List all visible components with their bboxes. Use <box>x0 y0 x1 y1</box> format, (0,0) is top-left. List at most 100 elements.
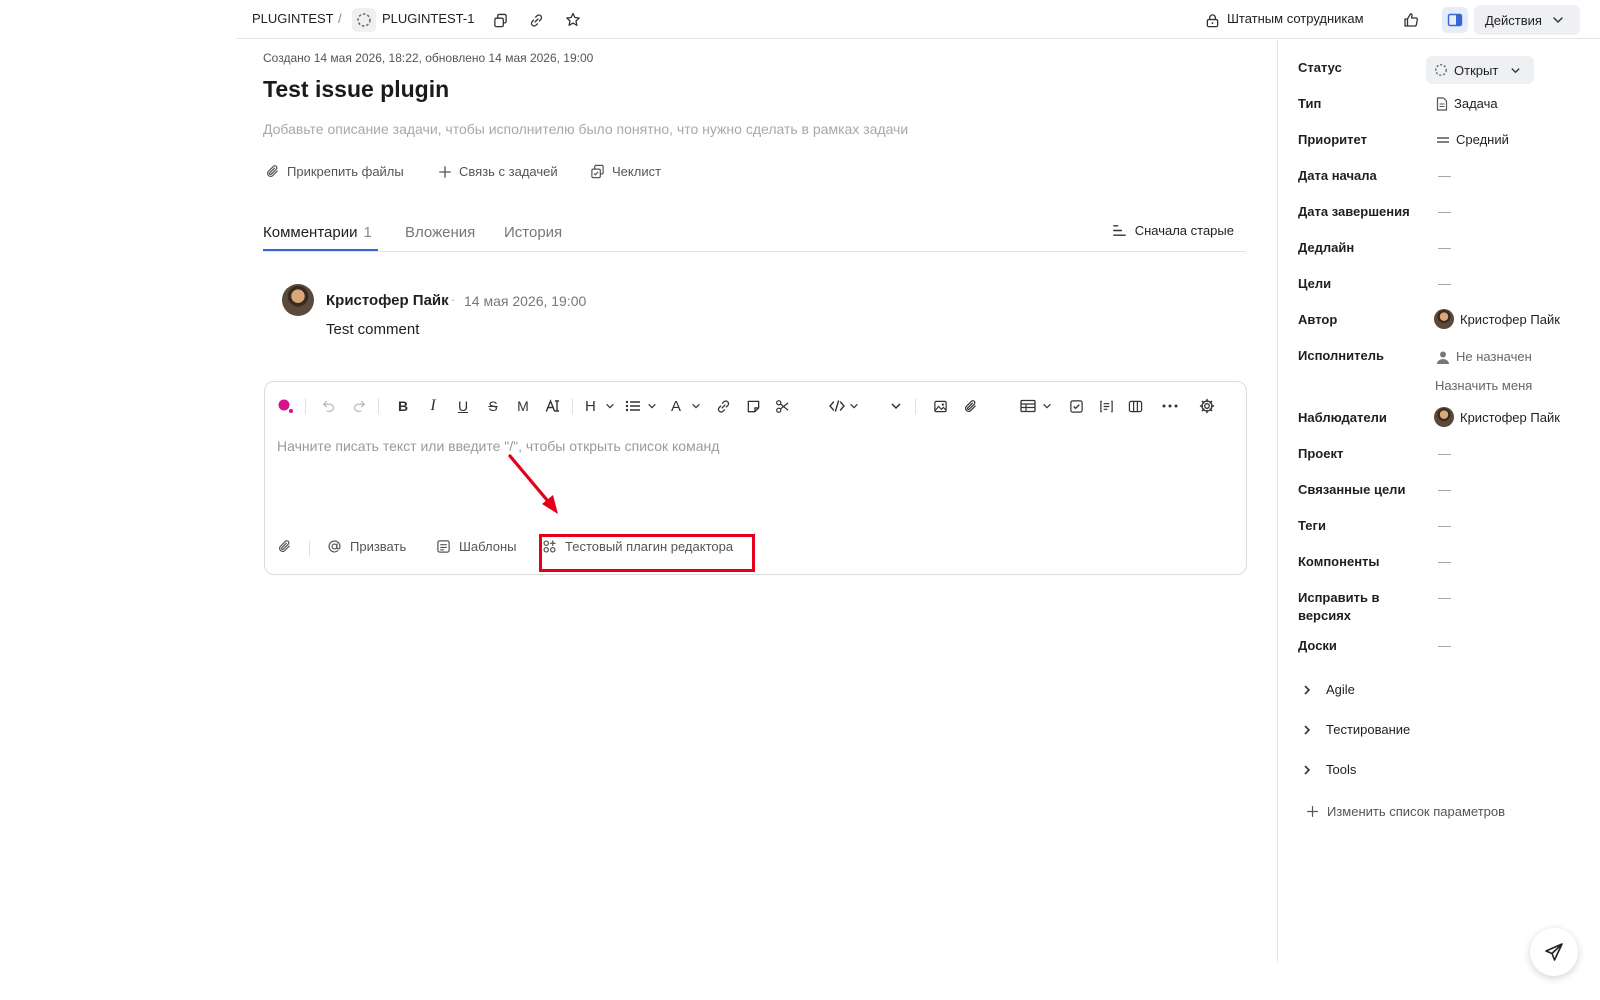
type-label: Тип <box>1298 96 1322 111</box>
section-tools-label: Tools <box>1326 762 1357 777</box>
goals-value[interactable]: — <box>1438 276 1451 291</box>
assignee-label: Исполнитель <box>1298 348 1384 363</box>
sort-button[interactable]: Сначала старые <box>1112 223 1234 238</box>
end-date-value[interactable]: — <box>1438 204 1451 219</box>
author-value[interactable]: Кристофер Пайк <box>1434 309 1560 329</box>
gear-icon[interactable] <box>1196 395 1218 417</box>
link-issue-label: Связь с задачей <box>459 164 558 179</box>
strikethrough-icon[interactable]: S <box>482 395 504 417</box>
link-icon[interactable] <box>526 10 546 30</box>
assign-me-link[interactable]: Назначить меня <box>1435 378 1532 393</box>
checklist-icon <box>591 164 604 179</box>
linked-goals-label: Связанные цели <box>1298 482 1406 497</box>
note-icon[interactable] <box>742 395 764 417</box>
assignee-value[interactable]: Не назначен <box>1436 349 1532 364</box>
status-label: Статус <box>1298 60 1342 75</box>
attach-files-label: Прикрепить файлы <box>287 164 404 179</box>
type-value[interactable]: Задача <box>1436 96 1498 111</box>
comment-author[interactable]: Кристофер Пайк <box>326 292 449 309</box>
templates-button[interactable]: Шаблоны <box>436 539 517 554</box>
more-icon[interactable] <box>1159 395 1181 417</box>
checklist-button[interactable]: Чеклист <box>590 164 661 179</box>
components-label: Компоненты <box>1298 554 1380 569</box>
issue-title[interactable]: Test issue plugin <box>263 76 449 103</box>
status-open-icon <box>352 8 376 32</box>
start-date-value[interactable]: — <box>1438 168 1451 183</box>
status-dropdown[interactable]: Открыт <box>1426 56 1534 84</box>
section-testing[interactable]: Тестирование <box>1302 722 1410 737</box>
project-value[interactable]: — <box>1438 446 1451 461</box>
star-icon[interactable] <box>562 9 584 31</box>
chevron-right-icon <box>1304 764 1311 775</box>
tags-value[interactable]: — <box>1438 518 1451 533</box>
sidebar-toggle-icon[interactable] <box>1442 7 1468 33</box>
linked-goals-value[interactable]: — <box>1438 482 1451 497</box>
paperclip-icon <box>267 165 278 177</box>
link-icon[interactable] <box>712 395 734 417</box>
comment-editor[interactable]: B I U S M H A Начните писать текст или в… <box>264 381 1247 575</box>
color-mode-icon[interactable] <box>275 395 297 417</box>
breadcrumb-project[interactable]: PLUGINTEST <box>252 11 334 26</box>
templates-label: Шаблоны <box>459 539 517 554</box>
breadcrumb-issue-key[interactable]: PLUGINTEST-1 <box>382 11 474 26</box>
fix-versions-value[interactable]: — <box>1438 590 1451 605</box>
comment-date[interactable]: 14 мая 2026, 19:00 <box>464 293 586 309</box>
chevron-right-icon <box>1304 684 1311 695</box>
deadline-value[interactable]: — <box>1438 240 1451 255</box>
boards-value[interactable]: — <box>1438 638 1451 653</box>
watchers-value[interactable]: Кристофер Пайк <box>1434 407 1560 427</box>
columns-icon[interactable] <box>1124 395 1146 417</box>
send-feedback-button[interactable] <box>1530 928 1578 976</box>
table-menu-icon[interactable] <box>1020 395 1052 417</box>
issue-meta: Создано 14 мая 2026, 18:22, обновлено 14… <box>263 51 594 65</box>
document-icon <box>1436 96 1448 111</box>
chevron-down-icon <box>1511 67 1520 73</box>
breadcrumb-separator: / <box>338 11 342 26</box>
tab-comments[interactable]: Комментарии 1 <box>263 224 372 241</box>
components-value[interactable]: — <box>1438 554 1451 569</box>
toolbar-separator <box>309 541 310 557</box>
text-style-icon[interactable] <box>542 395 564 417</box>
heading-menu-icon[interactable]: H <box>585 395 615 417</box>
priority-label: Приоритет <box>1298 132 1367 147</box>
text-color-icon[interactable]: A <box>671 395 701 417</box>
cut-block-icon[interactable] <box>1095 395 1117 417</box>
code-menu-icon[interactable] <box>829 395 859 417</box>
link-issue-button[interactable]: Связь с задачей <box>438 164 558 179</box>
watchers-label: Наблюдатели <box>1298 410 1387 425</box>
redo-icon[interactable] <box>348 395 370 417</box>
italic-icon[interactable]: I <box>422 395 444 417</box>
attach-button[interactable] <box>277 539 292 554</box>
thumbs-up-icon[interactable] <box>1400 9 1422 31</box>
priority-value[interactable]: Средний <box>1436 132 1509 147</box>
tab-attachments[interactable]: Вложения <box>405 224 475 241</box>
attach-files-button[interactable]: Прикрепить файлы <box>265 164 404 179</box>
tab-history[interactable]: История <box>504 224 562 241</box>
monospace-icon[interactable]: M <box>512 395 534 417</box>
top-bar: PLUGINTEST / PLUGINTEST-1 Штатным сотруд… <box>236 0 1600 39</box>
access-level[interactable]: Штатным сотрудникам <box>1227 11 1364 26</box>
highlight-box <box>539 534 755 572</box>
edit-params-button[interactable]: Изменить список параметров <box>1306 804 1505 819</box>
undo-icon[interactable] <box>318 395 340 417</box>
list-menu-icon[interactable] <box>625 395 657 417</box>
section-testing-label: Тестирование <box>1326 722 1411 737</box>
image-icon[interactable] <box>929 395 951 417</box>
scissors-icon[interactable] <box>771 395 793 417</box>
more-formats-chevron-icon[interactable] <box>885 395 907 417</box>
summon-button[interactable]: Призвать <box>327 539 406 554</box>
paperclip-icon[interactable] <box>959 395 981 417</box>
actions-button[interactable]: Действия <box>1474 5 1580 35</box>
underline-icon[interactable]: U <box>452 395 474 417</box>
description-placeholder[interactable]: Добавьте описание задачи, чтобы исполнит… <box>263 121 908 137</box>
section-agile[interactable]: Agile <box>1302 682 1355 697</box>
project-label: Проект <box>1298 446 1344 461</box>
editor-placeholder[interactable]: Начните писать текст или введите "/", чт… <box>277 438 719 454</box>
bold-icon[interactable]: B <box>392 395 414 417</box>
section-tools[interactable]: Tools <box>1302 762 1356 777</box>
toolbar-separator <box>378 398 379 414</box>
avatar[interactable] <box>282 284 314 316</box>
copy-icon[interactable] <box>490 10 510 30</box>
actions-label: Действия <box>1485 12 1542 28</box>
checkbox-icon[interactable] <box>1065 395 1087 417</box>
